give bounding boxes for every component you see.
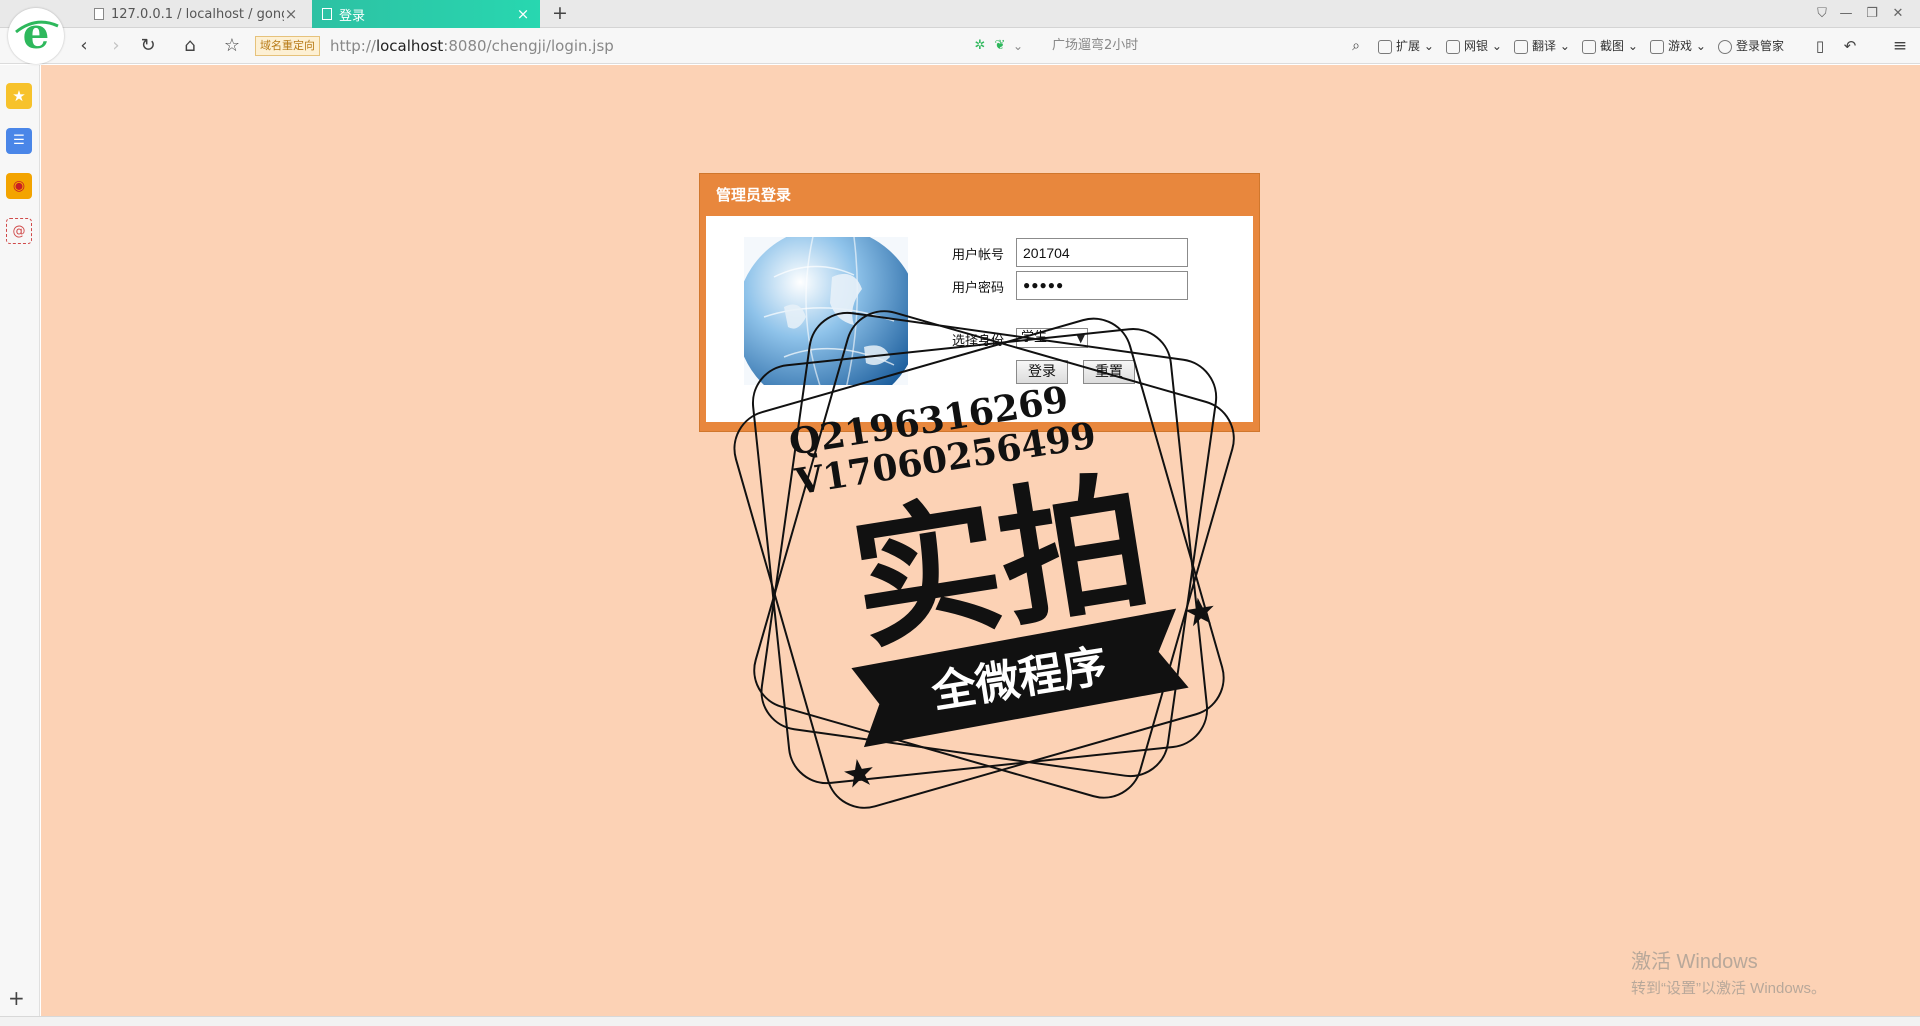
login-title: 管理员登录 bbox=[716, 186, 792, 204]
tab-close-icon[interactable]: × bbox=[284, 5, 298, 23]
toolbar-games[interactable]: 游戏 ⌄ bbox=[1650, 28, 1706, 64]
menu-icon[interactable]: ≡ bbox=[1886, 28, 1914, 64]
tab-label: 127.0.0.1 / localhost / gongwu bbox=[111, 6, 284, 22]
tab-label: 登录 bbox=[339, 8, 366, 24]
tab-bar: 127.0.0.1 / localhost / gongwu × 登录 × + … bbox=[0, 0, 1920, 28]
reader-list-icon[interactable]: ☰ bbox=[6, 128, 32, 154]
translate-icon bbox=[1514, 39, 1528, 54]
weibo-icon[interactable]: ◉ bbox=[6, 173, 32, 199]
favorites-star-icon[interactable]: ★ bbox=[6, 83, 32, 109]
bookmark-icon[interactable]: ▯ bbox=[1806, 28, 1834, 64]
screenshot-icon bbox=[1582, 39, 1596, 54]
toolbar-item-label: 游戏 bbox=[1668, 39, 1693, 53]
page-icon bbox=[94, 8, 104, 20]
toolbar-screenshot[interactable]: 截图 ⌄ bbox=[1582, 28, 1638, 64]
activation-title: 激活 Windows bbox=[1631, 951, 1758, 973]
toolbar-item-label: 翻译 bbox=[1532, 39, 1557, 53]
activation-subtitle: 转到“设置”以激活 Windows。 bbox=[1631, 980, 1827, 997]
toolbar-item-label: 登录管家 bbox=[1736, 39, 1785, 53]
url-path: :8080/chengji/login.jsp bbox=[443, 37, 614, 55]
forward-button[interactable]: › bbox=[102, 28, 130, 64]
watermark-big-text: 实拍 bbox=[841, 454, 1160, 670]
role-select-value: 学生 bbox=[1021, 330, 1048, 345]
browser-logo-icon[interactable]: e bbox=[8, 8, 64, 64]
extensions-icon bbox=[1378, 39, 1392, 54]
home-button[interactable]: ⌂ bbox=[176, 28, 204, 64]
tab-close-icon[interactable]: × bbox=[516, 5, 530, 23]
windows-activation-notice: 激活 Windows 转到“设置”以激活 Windows。 bbox=[1631, 945, 1826, 998]
toolbar-item-label: 截图 bbox=[1600, 39, 1625, 53]
username-label: 用户帐号 bbox=[952, 248, 1005, 263]
tab-phpmyadmin[interactable]: 127.0.0.1 / localhost / gongwu × bbox=[84, 0, 308, 28]
toolbar-translate[interactable]: 翻译 ⌄ bbox=[1514, 28, 1570, 64]
undo-icon[interactable]: ↶ bbox=[1836, 28, 1864, 64]
refresh-button[interactable]: ↻ bbox=[134, 28, 162, 64]
login-form: 用户帐号 用户密码 ●●●●● 选择身份 学生 ▼ 登录 重置 bbox=[706, 216, 1253, 422]
side-panel: ★ ☰ ◉ @ + bbox=[0, 65, 40, 1016]
skin-icon[interactable]: ⛉ bbox=[1810, 0, 1834, 28]
toolbar-login-manager[interactable]: 登录管家 bbox=[1718, 28, 1784, 64]
svg-text:e: e bbox=[23, 9, 50, 58]
password-label: 用户密码 bbox=[952, 281, 1005, 296]
chevron-down-icon: ▼ bbox=[1076, 332, 1085, 345]
mail-icon[interactable]: @ bbox=[6, 218, 32, 244]
role-select[interactable]: 学生 ▼ bbox=[1016, 328, 1088, 348]
address-bar[interactable]: http://localhost:8080/chengji/login.jsp bbox=[330, 28, 614, 64]
page-icon bbox=[322, 8, 332, 20]
new-tab-button[interactable]: + bbox=[550, 0, 570, 28]
password-input[interactable]: ●●●●● bbox=[1016, 271, 1188, 300]
toolbar-bank[interactable]: 网银 ⌄ bbox=[1446, 28, 1502, 64]
add-panel-button[interactable]: + bbox=[8, 986, 25, 1010]
globe-image bbox=[744, 237, 908, 385]
key-icon bbox=[1718, 39, 1732, 54]
close-window-button[interactable]: ✕ bbox=[1886, 0, 1910, 28]
search-icon[interactable]: ⌕ bbox=[1342, 28, 1370, 64]
url-prefix: http:// bbox=[330, 37, 376, 55]
favorite-star-icon[interactable]: ☆ bbox=[218, 28, 246, 64]
restore-button[interactable]: ❐ bbox=[1860, 0, 1884, 28]
toolbar-item-label: 扩展 bbox=[1396, 39, 1421, 53]
svg-text:★: ★ bbox=[839, 749, 880, 798]
tab-login[interactable]: 登录 × bbox=[312, 0, 540, 28]
svg-text:★: ★ bbox=[1180, 587, 1221, 636]
back-button[interactable]: ‹ bbox=[70, 28, 98, 64]
redirect-badge: 域名重定向 bbox=[255, 36, 320, 56]
role-label: 选择身份 bbox=[952, 334, 1005, 349]
toolbar-item-label: 网银 bbox=[1464, 39, 1489, 53]
address-dropdown-icon[interactable]: ⌄ bbox=[1004, 28, 1032, 64]
login-button[interactable]: 登录 bbox=[1016, 360, 1068, 384]
login-panel: 管理员登录 用户帐号 201704 用户密码 ●●●●● 选择身份 学生 ▼ 登… bbox=[699, 173, 1260, 432]
minimize-button[interactable]: — bbox=[1834, 0, 1858, 28]
search-hint-text: 广场遛弯2小时 bbox=[1052, 38, 1139, 53]
bank-icon bbox=[1446, 39, 1460, 54]
status-bar bbox=[0, 1016, 1920, 1026]
page-viewport: 管理员登录 用户帐号 201704 用户密码 ●●●●● 选择身份 学生 ▼ 登… bbox=[41, 65, 1920, 1016]
reset-button[interactable]: 重置 bbox=[1083, 360, 1135, 384]
games-icon bbox=[1650, 39, 1664, 54]
url-host: localhost bbox=[375, 37, 444, 55]
address-toolbar: ‹ › ↻ ⌂ ☆ 域名重定向 http://localhost:8080/ch… bbox=[0, 28, 1920, 64]
username-input[interactable] bbox=[1016, 238, 1188, 267]
toolbar-extensions[interactable]: 扩展 ⌄ bbox=[1378, 28, 1434, 64]
watermark-banner-text: 全微程序 bbox=[927, 641, 1110, 719]
